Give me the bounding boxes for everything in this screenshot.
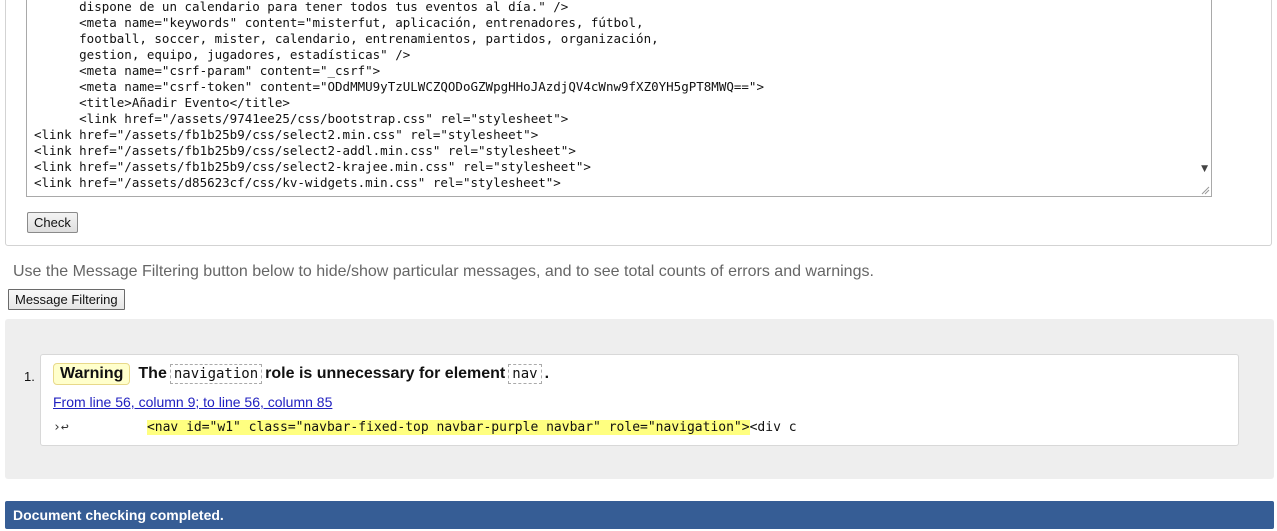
code-line: <link href="/assets/9741ee25/css/bootstr… <box>34 111 569 126</box>
return-arrow-icon: ›↩ <box>53 420 69 435</box>
message-number: 1. <box>24 369 35 384</box>
code-line: dispone de un calendario para tener todo… <box>34 0 569 14</box>
code-line: <meta name="keywords" content="misterfut… <box>34 15 644 30</box>
status-bar: Document checking completed. <box>5 501 1274 529</box>
extract-highlight: <nav id="w1" class="navbar-fixed-top nav… <box>146 420 750 435</box>
message-text: Warning The navigation role is unnecessa… <box>53 363 549 385</box>
status-text: Document checking completed. <box>13 507 224 523</box>
location-link[interactable]: From line 56, column 9; to line 56, colu… <box>53 394 332 410</box>
code-line: <link href="/assets/fb1b25b9/css/select2… <box>34 159 591 174</box>
message-text-before: The <box>138 365 167 382</box>
code-line: football, soccer, mister, calendario, en… <box>34 31 659 46</box>
code-line: <meta name="csrf-token" content="ODdMMU9… <box>34 79 764 94</box>
code-line: <title>Añadir Evento</title> <box>34 95 290 110</box>
element-code: nav <box>508 364 542 384</box>
resize-grip-icon[interactable] <box>1200 185 1210 195</box>
source-textarea[interactable]: dispone de un calendario para tener todo… <box>26 0 1212 197</box>
code-line: <link href="/assets/fb1b25b9/css/select2… <box>34 127 539 142</box>
message-filtering-button[interactable]: Message Filtering <box>8 289 125 310</box>
code-line: <link href="/assets/fb1b25b9/css/select2… <box>34 143 576 158</box>
warning-badge: Warning <box>53 363 131 385</box>
code-line: gestion, equipo, jugadores, estadísticas… <box>34 47 411 62</box>
message-text-after: . <box>544 365 550 382</box>
code-line: <link href="/assets/d85623cf/css/kv-widg… <box>34 175 561 190</box>
check-button[interactable]: Check <box>27 212 78 233</box>
message-item: Warning The navigation role is unnecessa… <box>40 354 1239 446</box>
message-text-middle: role is unnecessary for element <box>265 365 506 382</box>
filter-info-text: Use the Message Filtering button below t… <box>13 263 874 280</box>
extract-after: <div c <box>749 420 797 435</box>
scroll-down-icon[interactable]: ▼ <box>1201 164 1208 174</box>
code-line: <meta name="csrf-param" content="_csrf"> <box>34 63 381 78</box>
role-code: navigation <box>169 364 263 384</box>
source-code: dispone de un calendario para tener todo… <box>34 0 764 191</box>
code-extract: ›↩ <nav id="w1" class="navbar-fixed-top … <box>53 420 797 435</box>
